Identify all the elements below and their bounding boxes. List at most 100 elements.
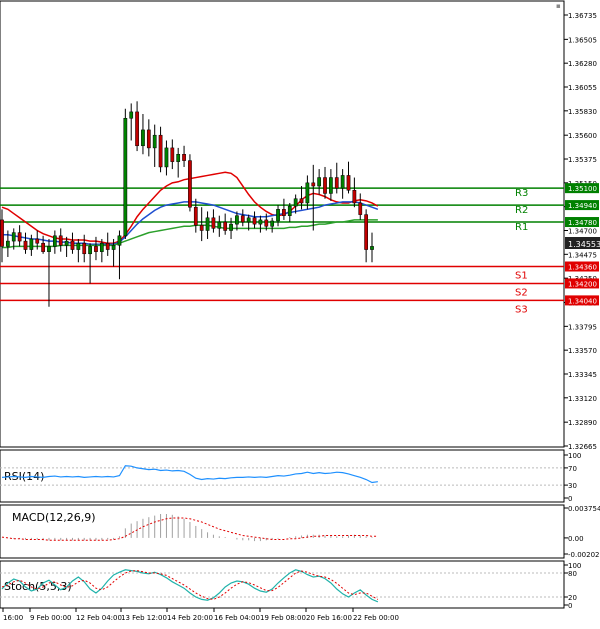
candle-body (135, 111, 139, 147)
candle-body (29, 238, 34, 250)
price-tick-label: 1.35830 (568, 108, 597, 116)
candle-body (264, 219, 269, 227)
level-name: S1 (515, 271, 528, 282)
close-icon[interactable]: ▪ (556, 2, 561, 10)
time-tick-label: 19 Feb 08:00 (260, 614, 306, 622)
candle-body (11, 232, 16, 242)
price-tick-label: 1.33345 (568, 371, 597, 379)
candle-body (270, 220, 275, 227)
stoch-tick-label: 100 (568, 562, 581, 570)
time-tick-label: 14 Feb 20:00 (167, 614, 213, 622)
candle-body (41, 242, 45, 252)
candle-body (176, 154, 181, 162)
candle-body (99, 242, 104, 252)
time-tick-label: 13 Feb 12:00 (121, 614, 167, 622)
candle-body (329, 177, 333, 194)
candle-body (94, 246, 98, 252)
candle-body (311, 182, 316, 187)
candle-body (35, 238, 40, 244)
candle-body (23, 240, 28, 250)
candle-body (205, 217, 210, 231)
level-name: S3 (515, 304, 528, 315)
candle-body (223, 221, 228, 231)
candle-body (340, 175, 345, 189)
stoch-tick-label: 0 (568, 602, 572, 610)
candle-body (199, 224, 204, 231)
macd-tick-label: 0.00 (568, 535, 584, 543)
candle-body (323, 177, 327, 194)
rsi-tick-label: 70 (568, 465, 577, 473)
candle-body (47, 246, 51, 252)
candle-body (334, 177, 339, 189)
price-tick-label: 1.34475 (568, 251, 597, 259)
level-name: S2 (515, 287, 528, 298)
candle-body (293, 198, 298, 207)
candle-body (117, 235, 122, 246)
macd-tick-label: 0.003754 (568, 505, 600, 513)
macd-title: MACD(12,26,9) (12, 511, 96, 524)
price-tick-label: 1.35600 (568, 132, 597, 140)
candle-body (317, 177, 322, 187)
candle-body (193, 206, 198, 226)
candle-body (346, 175, 351, 191)
candle-body (152, 134, 157, 149)
time-tick-label: 22 Feb 00:00 (353, 614, 399, 622)
candle-body (6, 240, 10, 247)
level-name: R2 (515, 205, 528, 216)
stoch-pane: Stoch(5,5,3) 10080200 (0, 560, 581, 610)
price-tick-label: 1.36505 (568, 36, 597, 44)
candle-body (88, 246, 92, 255)
level-price-label: 1.35100 (568, 185, 597, 193)
level-price-label: 1.34200 (568, 280, 597, 288)
candle-body (364, 214, 368, 250)
macd-pane: MACD(12,26,9) 0.003754 0.00 -0.002021 (0, 504, 600, 559)
candle-body (240, 215, 245, 223)
candle-body (370, 246, 374, 250)
time-tick-label: 20 Feb 16:00 (306, 614, 352, 622)
price-tick-label: 1.32665 (568, 443, 597, 451)
candle-body (258, 219, 263, 225)
candle-body (182, 154, 186, 161)
time-tick-label: 16:00 (3, 614, 23, 622)
candle-body (52, 235, 57, 247)
stoch-tick-label: 20 (568, 594, 577, 602)
candle-body (123, 117, 128, 237)
candle-body (0, 219, 4, 247)
level-name: R1 (515, 222, 528, 233)
candle-body (111, 245, 116, 250)
time-tick-label: 16 Feb 04:00 (214, 614, 260, 622)
candle-body (58, 235, 63, 246)
candle-body (287, 205, 292, 216)
candle-body (64, 240, 69, 246)
candle-body (164, 147, 169, 168)
candle-body (246, 217, 251, 223)
time-tick-label: 12 Feb 04:00 (76, 614, 122, 622)
candle-body (129, 111, 134, 119)
candle-body (17, 232, 22, 242)
price-tick-label: 1.36055 (568, 84, 597, 92)
rsi-tick-label: 0 (568, 495, 572, 503)
candle-body (235, 215, 239, 225)
price-tick-label: 1.34700 (568, 228, 597, 236)
level-price-label: 1.34040 (568, 297, 597, 305)
candle-body (252, 217, 257, 225)
candle-body (141, 129, 145, 147)
macd-tick-label: -0.002021 (568, 551, 600, 559)
price-tick-label: 1.36735 (568, 12, 597, 20)
price-tick-label: 1.33120 (568, 395, 597, 403)
level-price-label: 1.34940 (568, 202, 597, 210)
candle-body (282, 209, 286, 216)
level-price-label: 1.34360 (568, 264, 597, 272)
chart-canvas: 1.36735 1.36505 1.36280 1.36055 1.35830 1.356… (0, 0, 600, 625)
level-price-label: 1.34780 (568, 219, 597, 227)
price-tick-label: 1.36280 (568, 60, 597, 68)
candle-body (105, 242, 110, 250)
level-name: R3 (515, 188, 528, 199)
candle-body (158, 134, 163, 168)
candle-body (70, 240, 75, 250)
candle-body (146, 129, 151, 149)
candle-body (276, 209, 280, 222)
candle-body (188, 160, 192, 208)
candle-body (82, 242, 87, 255)
candle-body (358, 202, 363, 215)
